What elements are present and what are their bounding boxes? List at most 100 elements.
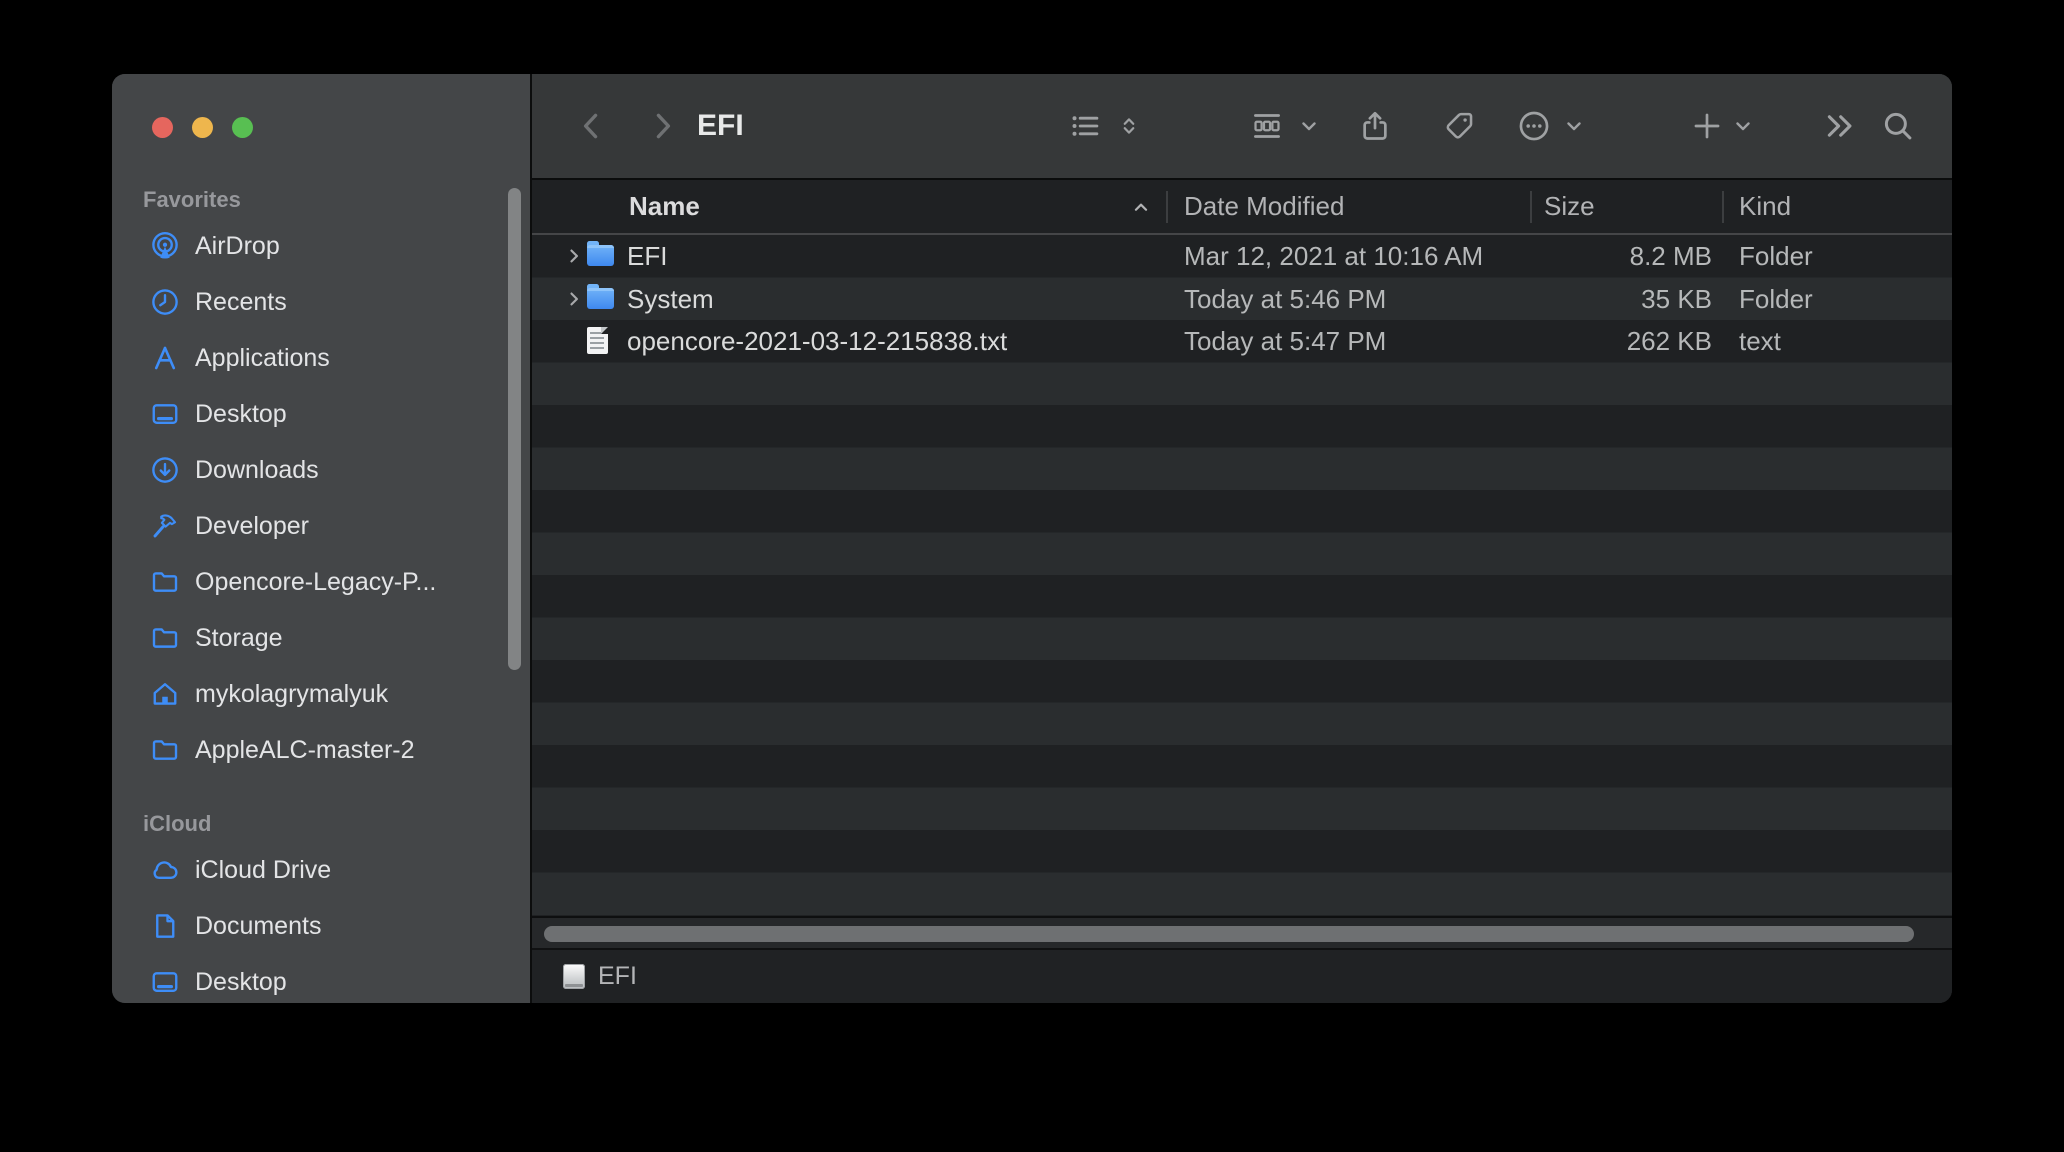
group-view-icon <box>1250 109 1284 143</box>
sidebar-item-storage[interactable]: Storage <box>112 610 530 666</box>
share-button[interactable] <box>1355 106 1395 146</box>
chevron-up-down-icon <box>1117 114 1141 138</box>
tag-icon <box>1442 109 1476 143</box>
file-kind: Folder <box>1739 278 1813 321</box>
column-header-row: Name Date Modified Size Kind <box>532 180 1952 235</box>
sidebar-item-icloud-drive[interactable]: iCloud Drive <box>112 842 530 898</box>
desktop-icon <box>150 967 180 997</box>
sidebar-scrollbar[interactable] <box>508 188 521 670</box>
sort-ascending-icon <box>1130 196 1152 218</box>
file-kind: text <box>1739 320 1781 363</box>
file-date-modified: Today at 5:46 PM <box>1184 278 1386 321</box>
home-icon <box>150 679 180 709</box>
horizontal-scrollbar-track <box>532 916 1952 948</box>
double-chevron-right-icon <box>1823 109 1857 143</box>
list-view-icon <box>1068 109 1102 143</box>
finder-window: Favorites AirDrop Recents Applications D… <box>112 74 1952 1003</box>
chevron-left-icon <box>575 109 609 143</box>
close-button[interactable] <box>152 117 173 138</box>
file-date-modified: Mar 12, 2021 at 10:16 AM <box>1184 235 1483 278</box>
table-row[interactable]: System Today at 5:46 PM 35 KB Folder <box>532 278 1952 321</box>
new-item-chevron[interactable] <box>1723 106 1763 146</box>
sidebar-favorites-items: AirDrop Recents Applications Desktop Dow… <box>112 218 530 778</box>
toolbar: EFI <box>532 74 1952 178</box>
sidebar-item-opencore-legacy[interactable]: Opencore-Legacy-P... <box>112 554 530 610</box>
folder-icon <box>587 245 614 266</box>
status-path-item[interactable]: EFI <box>563 950 637 1003</box>
sidebar-item-applications[interactable]: Applications <box>112 330 530 386</box>
sidebar-item-airdrop[interactable]: AirDrop <box>112 218 530 274</box>
sidebar-item-recents[interactable]: Recents <box>112 274 530 330</box>
folder-icon <box>150 735 180 765</box>
sidebar-item-developer[interactable]: Developer <box>112 498 530 554</box>
sidebar-section-favorites: Favorites <box>143 187 241 213</box>
column-header-date-modified[interactable]: Date Modified <box>1184 180 1344 233</box>
file-name: System <box>627 278 714 321</box>
folder-icon <box>150 623 180 653</box>
column-divider[interactable] <box>1530 191 1532 223</box>
ellipsis-circle-icon <box>1517 109 1551 143</box>
disk-icon <box>563 964 585 989</box>
disclosure-chevron-icon[interactable] <box>564 289 584 309</box>
group-by-button[interactable] <box>1247 106 1287 146</box>
desktop-icon <box>150 399 180 429</box>
tag-button[interactable] <box>1439 106 1479 146</box>
main-pane: EFI <box>530 74 1952 1003</box>
sidebar-item-icloud-desktop[interactable]: Desktop <box>112 954 530 1003</box>
file-size: 35 KB <box>1544 278 1712 321</box>
window-controls <box>152 117 253 138</box>
hammer-icon <box>150 511 180 541</box>
table-row[interactable]: opencore-2021-03-12-215838.txt Today at … <box>532 320 1952 363</box>
back-button[interactable] <box>572 106 612 146</box>
search-icon <box>1881 109 1915 143</box>
share-icon <box>1358 109 1392 143</box>
table-row[interactable]: EFI Mar 12, 2021 at 10:16 AM 8.2 MB Fold… <box>532 235 1952 278</box>
chevron-right-icon <box>645 109 679 143</box>
text-file-icon <box>587 330 608 354</box>
column-divider[interactable] <box>1166 191 1168 223</box>
applications-icon <box>150 343 180 373</box>
chevron-down-icon <box>1562 114 1586 138</box>
group-by-chevron[interactable] <box>1289 106 1329 146</box>
sidebar-icloud-items: iCloud Drive Documents Desktop <box>112 842 530 1003</box>
status-bar: EFI <box>532 948 1952 1003</box>
search-button[interactable] <box>1878 106 1918 146</box>
minimize-button[interactable] <box>192 117 213 138</box>
chevron-down-icon <box>1297 114 1321 138</box>
file-kind: Folder <box>1739 235 1813 278</box>
sidebar-item-downloads[interactable]: Downloads <box>112 442 530 498</box>
downloads-icon <box>150 455 180 485</box>
status-volume-label: EFI <box>598 962 637 991</box>
sidebar-item-desktop[interactable]: Desktop <box>112 386 530 442</box>
file-name: EFI <box>627 235 667 278</box>
overflow-toolbar-button[interactable] <box>1820 106 1860 146</box>
document-icon <box>150 911 180 941</box>
cloud-icon <box>150 855 180 885</box>
file-name: opencore-2021-03-12-215838.txt <box>627 320 1007 363</box>
window-title: EFI <box>697 74 744 178</box>
file-size: 8.2 MB <box>1544 235 1712 278</box>
clock-icon <box>150 287 180 317</box>
new-item-button[interactable] <box>1687 106 1727 146</box>
column-header-kind[interactable]: Kind <box>1739 180 1791 233</box>
sidebar-section-icloud: iCloud <box>143 811 211 837</box>
forward-button[interactable] <box>642 106 682 146</box>
column-header-size[interactable]: Size <box>1544 180 1595 233</box>
disclosure-chevron-icon[interactable] <box>564 246 584 266</box>
sidebar-item-applealc[interactable]: AppleALC-master-2 <box>112 722 530 778</box>
horizontal-scrollbar[interactable] <box>544 926 1914 942</box>
sidebar-item-home[interactable]: mykolagrymalyuk <box>112 666 530 722</box>
sidebar-item-documents[interactable]: Documents <box>112 898 530 954</box>
plus-icon <box>1690 109 1724 143</box>
more-actions-button[interactable] <box>1514 106 1554 146</box>
view-switch-button[interactable] <box>1109 106 1149 146</box>
more-actions-chevron[interactable] <box>1554 106 1594 146</box>
chevron-down-icon <box>1731 114 1755 138</box>
zoom-button[interactable] <box>232 117 253 138</box>
file-size: 262 KB <box>1544 320 1712 363</box>
folder-icon <box>150 567 180 597</box>
view-as-list-button[interactable] <box>1065 106 1105 146</box>
column-divider[interactable] <box>1722 191 1724 223</box>
column-header-name[interactable]: Name <box>629 180 700 233</box>
file-date-modified: Today at 5:47 PM <box>1184 320 1386 363</box>
